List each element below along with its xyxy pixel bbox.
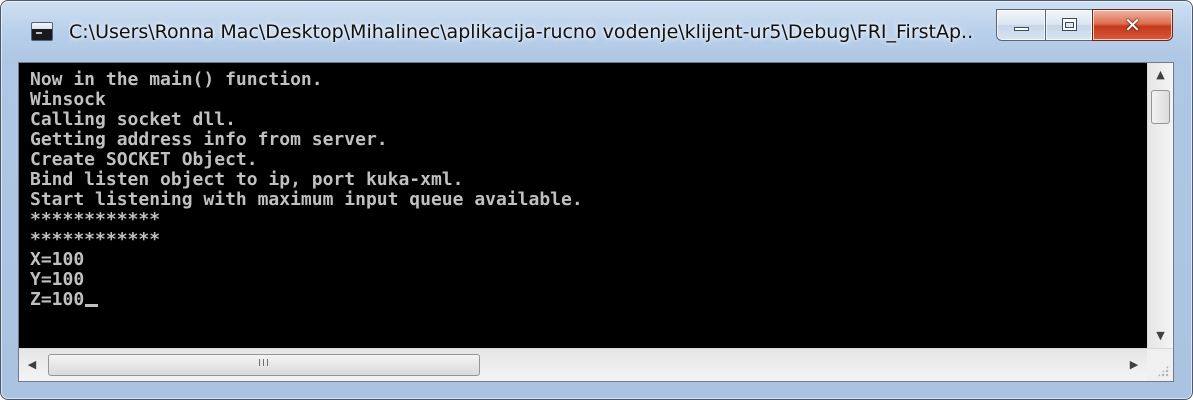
text-cursor [85,304,99,307]
console-line: ************ [30,229,161,250]
scroll-up-arrow-icon[interactable]: ▲ [1148,63,1173,87]
maximize-icon-inner [1065,22,1074,28]
console-client-area: Now in the main() function. Winsock Call… [18,62,1174,382]
resize-grip-icon [1157,365,1169,377]
console-cursor-glyph [36,32,42,34]
horizontal-scrollbar[interactable]: ◀ III ▶ [19,348,1147,381]
minimize-button[interactable] [996,9,1046,41]
console-line: Getting address info from server. [30,129,388,150]
console-line: X=100 [30,249,85,270]
maximize-icon [1062,18,1077,31]
console-line: Now in the main() function. [30,69,323,90]
console-output[interactable]: Now in the main() function. Winsock Call… [19,63,1147,348]
horizontal-scroll-thumb[interactable]: III [48,354,480,376]
console-line: Winsock [30,89,106,110]
console-line-last: Z=100 [30,290,583,310]
scroll-right-arrow-icon[interactable]: ▶ [1121,349,1147,381]
console-line: Y=100 [30,269,85,290]
scroll-left-arrow-icon[interactable]: ◀ [19,349,45,381]
caption-buttons: ✕ [996,9,1176,43]
vertical-scroll-thumb[interactable] [1151,90,1170,124]
vertical-scrollbar[interactable]: ▲ ▼ [1147,63,1173,348]
minimize-icon [1014,27,1029,31]
console-line: Bind listen object to ip, port kuka-xml. [30,169,464,190]
close-icon: ✕ [1124,13,1141,37]
close-button[interactable]: ✕ [1092,9,1173,41]
console-last-line-text: Z=100 [30,289,85,310]
console-line: ************ [30,209,161,230]
console-line: Create SOCKET Object. [30,149,258,170]
window-title: C:\Users\Ronna Mac\Desktop\Mihalinec\apl… [69,21,974,43]
console-window: C:\Users\Ronna Mac\Desktop\Mihalinec\apl… [0,0,1193,400]
scroll-thumb-grip-icon: III [258,358,270,369]
console-lines: Now in the main() function. Winsock Call… [30,70,583,310]
console-line: Calling socket dll. [30,109,236,130]
console-window-icon[interactable] [31,22,53,41]
title-bar[interactable]: C:\Users\Ronna Mac\Desktop\Mihalinec\apl… [1,1,1192,61]
maximize-button[interactable] [1045,9,1093,41]
console-line: Start listening with maximum input queue… [30,189,583,210]
resize-grip[interactable] [1147,348,1173,381]
scroll-down-arrow-icon[interactable]: ▼ [1148,324,1173,348]
